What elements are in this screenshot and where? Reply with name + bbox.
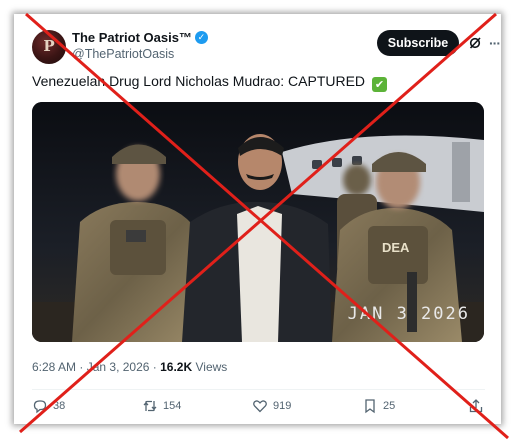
- post-header: P The Patriot Oasis™ ✓ @ThePatriotOasis …: [32, 28, 501, 72]
- more-icon[interactable]: ···: [489, 35, 501, 51]
- share-button[interactable]: [468, 398, 484, 414]
- bookmark-button[interactable]: 25: [362, 398, 395, 414]
- account-handle[interactable]: @ThePatriotOasis: [72, 47, 174, 61]
- share-icon: [469, 399, 483, 413]
- bookmark-icon: [365, 399, 375, 414]
- vest-label: DEA: [382, 240, 410, 255]
- meta-separator: ·: [79, 360, 84, 374]
- action-bar: 38 154 919 25: [32, 398, 485, 420]
- subscribe-button[interactable]: Subscribe: [377, 30, 459, 56]
- views-label: Views: [195, 360, 228, 374]
- name-row: The Patriot Oasis™ ✓: [72, 30, 208, 45]
- post-text: Venezuelan Drug Lord Nicholas Mudrao: CA…: [32, 73, 387, 92]
- like-button[interactable]: 919: [252, 398, 291, 414]
- date-stamp: JAN 3 2026: [347, 304, 470, 324]
- meta-separator: ·: [152, 360, 157, 374]
- display-name[interactable]: The Patriot Oasis™: [72, 30, 192, 45]
- post-time[interactable]: 6:28 AM: [32, 360, 76, 374]
- reply-count: 38: [53, 400, 66, 412]
- post-text-body: Venezuelan Drug Lord Nicholas Mudrao: CA…: [32, 73, 366, 89]
- post-card: P The Patriot Oasis™ ✓ @ThePatriotOasis …: [14, 14, 501, 424]
- avatar[interactable]: P: [32, 30, 66, 64]
- check-mark-icon: ✔: [371, 77, 387, 92]
- reply-button[interactable]: 38: [32, 398, 65, 414]
- repost-count: 154: [163, 400, 182, 412]
- views-count: 16.2K: [160, 360, 193, 374]
- like-count: 919: [273, 400, 292, 412]
- repost-button[interactable]: 154: [142, 398, 181, 414]
- reply-icon: [33, 400, 47, 414]
- post-date[interactable]: Jan 3, 2026: [87, 360, 150, 374]
- heart-icon: [253, 400, 267, 413]
- divider: [32, 389, 485, 390]
- post-meta: 6:28 AM · Jan 3, 2026 · 16.2K Views: [32, 360, 227, 374]
- avatar-monogram: P: [43, 37, 55, 55]
- repost-icon: [143, 400, 157, 412]
- bookmark-count: 25: [383, 400, 396, 412]
- post-image[interactable]: DEA JAN 3 2026: [32, 102, 484, 342]
- verified-badge-icon: ✓: [194, 31, 208, 44]
- grok-icon[interactable]: [469, 37, 481, 49]
